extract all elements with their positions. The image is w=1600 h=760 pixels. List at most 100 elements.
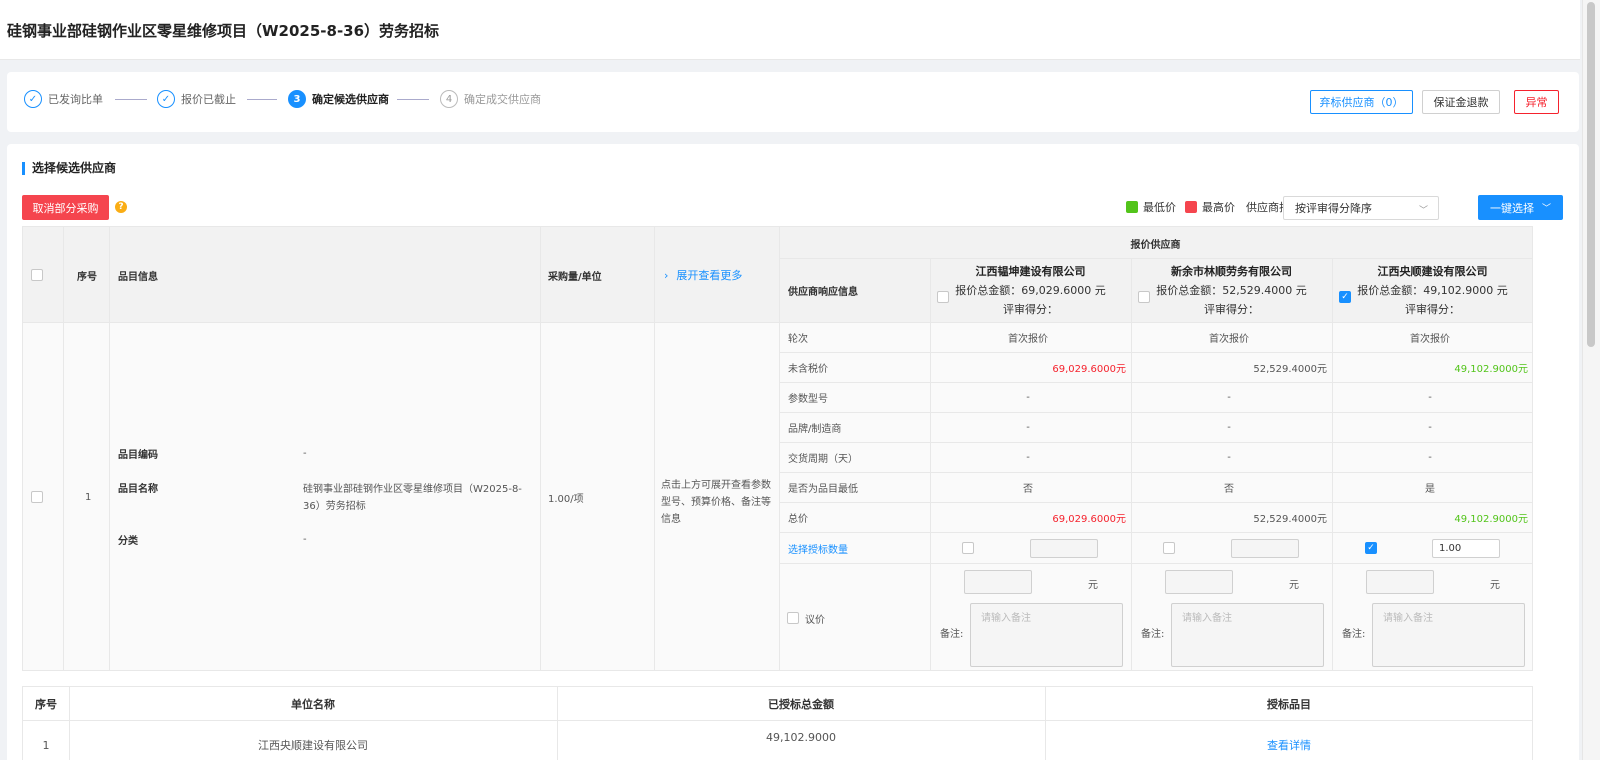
supplier-2-checkbox[interactable] <box>1138 291 1150 303</box>
supplier-3-checkbox[interactable]: ✓ <box>1339 291 1351 303</box>
help-icon[interactable]: ? <box>115 201 127 213</box>
supplier-total: 报价总金额：49,102.9000 元 <box>1357 284 1508 297</box>
step-label: 报价已截止 <box>181 93 236 106</box>
step-2: ✓ 报价已截止 <box>157 90 236 108</box>
attribute-value: - <box>1428 421 1432 433</box>
remark-label: 备注: <box>940 628 964 640</box>
select-award-quantity-label[interactable]: 选择授标数量 <box>788 538 848 558</box>
legend-high-label: 最高价 <box>1202 201 1235 214</box>
attribute-value: 首次报价 <box>1410 333 1450 345</box>
low-price-swatch <box>1126 201 1138 213</box>
item-category-label: 分类 <box>118 535 138 547</box>
one-click-label: 一键选择 <box>1489 201 1534 215</box>
page-scrollbar[interactable] <box>1582 0 1600 760</box>
attribute-value: - <box>1227 451 1231 463</box>
supplier-score: 评审得分： <box>1405 303 1460 316</box>
one-click-select-button[interactable]: 一键选择 ﹀ <box>1478 195 1563 220</box>
award-quantity-checkbox-1[interactable] <box>962 542 974 554</box>
summary-header-index: 序号 <box>35 698 57 711</box>
step-label: 确定成交供应商 <box>464 93 541 106</box>
award-quantity-input-2[interactable] <box>1231 539 1299 558</box>
award-quantity-checkbox-3[interactable]: ✓ <box>1365 542 1377 554</box>
check-icon: ✓ <box>157 90 175 108</box>
legend-low: 最低价 <box>1126 199 1176 215</box>
abnormal-button[interactable]: 异常 <box>1514 90 1559 114</box>
attribute-value: - <box>1428 391 1432 403</box>
cancel-partial-purchase-button[interactable]: 取消部分采购 <box>22 195 109 220</box>
summary-header-amount: 已授标总金额 <box>768 698 834 711</box>
supplier-1-checkbox[interactable] <box>937 291 949 303</box>
step-divider <box>115 99 147 100</box>
view-details-link[interactable]: 查看详情 <box>1045 735 1533 755</box>
supplier-header-3: 江西央顺建设有限公司 报价总金额：49,102.9000 元 评审得分： <box>1332 263 1533 319</box>
scrollbar-thumb[interactable] <box>1587 2 1595 347</box>
item-name-value: 硅钢事业部硅钢作业区零星维修项目（W2025-8-36）劳务招标 <box>303 484 522 512</box>
negotiate-price-input-3[interactable] <box>1366 570 1434 594</box>
summary-header-company: 单位名称 <box>291 698 335 711</box>
summary-header-items: 授标品目 <box>1267 698 1311 711</box>
supplier-name: 江西央顺建设有限公司 <box>1377 265 1488 278</box>
row-1-checkbox[interactable] <box>31 491 43 503</box>
step-label: 已发询比单 <box>48 93 103 106</box>
attribute-label: 未含税价 <box>788 363 828 375</box>
attribute-value: - <box>1227 421 1231 433</box>
expand-more-link[interactable]: › 展开查看更多 <box>664 265 742 285</box>
item-name-label: 品目名称 <box>118 483 158 495</box>
attribute-value: 52,529.4000元 <box>1253 363 1327 375</box>
remark-textarea-1[interactable]: 请输入备注 <box>970 603 1123 667</box>
legend-low-label: 最低价 <box>1143 201 1176 214</box>
attribute-label: 参数型号 <box>788 393 828 405</box>
supplier-total: 报价总金额：52,529.4000 元 <box>1156 284 1307 297</box>
attribute-value: 否 <box>1023 483 1033 495</box>
attribute-value: 首次报价 <box>1008 333 1048 345</box>
attribute-value: - <box>1026 451 1030 463</box>
attribute-label: 是否为品目最低 <box>788 483 858 495</box>
remark-label: 备注: <box>1141 628 1165 640</box>
attribute-label: 品牌/制造商 <box>788 423 842 435</box>
item-code-value: - <box>303 447 307 459</box>
attribute-value: 是 <box>1425 483 1435 495</box>
supplier-score: 评审得分： <box>1003 303 1058 316</box>
remark-textarea-2[interactable]: 请输入备注 <box>1171 603 1324 667</box>
expand-hint: 点击上方可展开查看参数型号、预算价格、备注等信息 <box>661 480 771 525</box>
attribute-value: 49,102.9000元 <box>1454 363 1528 375</box>
step-4: 4 确定成交供应商 <box>440 90 541 108</box>
candidate-supplier-card: 选择候选供应商 取消部分采购 ? 最低价 最高价 供应商排序 按评审得分降序 ﹀… <box>7 144 1579 760</box>
expand-more-label: 展开查看更多 <box>676 269 743 282</box>
attribute-label: 交货周期（天） <box>788 453 858 465</box>
remark-label: 备注: <box>1342 628 1366 640</box>
negotiate-price-input-2[interactable] <box>1165 570 1233 594</box>
supplier-total: 报价总金额：69,029.6000 元 <box>955 284 1106 297</box>
abandon-suppliers-button[interactable]: 弃标供应商（0） <box>1310 90 1413 114</box>
supplier-header-1: 江西韫坤建设有限公司 报价总金额：69,029.6000 元 评审得分： <box>930 263 1131 319</box>
attribute-value: - <box>1026 391 1030 403</box>
award-quantity-input-3[interactable]: 1.00 <box>1432 539 1500 558</box>
yuan-unit: 元 <box>1088 579 1098 591</box>
summary-row-index: 1 <box>42 738 50 752</box>
header-suppliers-group: 报价供应商 <box>1130 239 1181 251</box>
deposit-refund-button[interactable]: 保证金退款 <box>1422 90 1500 114</box>
summary-row-company: 江西央顺建设有限公司 <box>258 739 368 752</box>
step-1: ✓ 已发询比单 <box>24 90 103 108</box>
award-quantity-checkbox-2[interactable] <box>1163 542 1175 554</box>
yuan-unit: 元 <box>1289 579 1299 591</box>
check-icon: ✓ <box>24 90 42 108</box>
supplier-name: 新余市林顺劳务有限公司 <box>1171 265 1292 278</box>
award-quantity-input-1[interactable] <box>1030 539 1098 558</box>
select-all-checkbox[interactable] <box>31 269 43 281</box>
step-3: 3 确定候选供应商 <box>288 90 389 108</box>
candidate-table: 序号 品目信息 采购量/单位 › 展开查看更多 报价供应商 供应商响应信息 江西… <box>22 226 1533 671</box>
negotiate-label: 议价 <box>805 614 825 626</box>
item-quantity: 1.00/项 <box>548 493 584 505</box>
step-number: 4 <box>440 90 458 108</box>
steps-card: ✓ 已发询比单 ✓ 报价已截止 3 确定候选供应商 4 确定成交供应商 弃标供应… <box>7 72 1579 132</box>
step-number: 3 <box>288 90 306 108</box>
supplier-sort-select[interactable]: 按评审得分降序 ﹀ <box>1283 196 1439 220</box>
header-quantity: 采购量/单位 <box>548 271 602 283</box>
attribute-value: 69,029.6000元 <box>1052 363 1126 375</box>
remark-textarea-3[interactable]: 请输入备注 <box>1372 603 1525 667</box>
attribute-value: 52,529.4000元 <box>1253 513 1327 525</box>
negotiate-checkbox[interactable] <box>787 612 799 624</box>
negotiate-price-input-1[interactable] <box>964 570 1032 594</box>
legend-high: 最高价 <box>1185 199 1235 215</box>
